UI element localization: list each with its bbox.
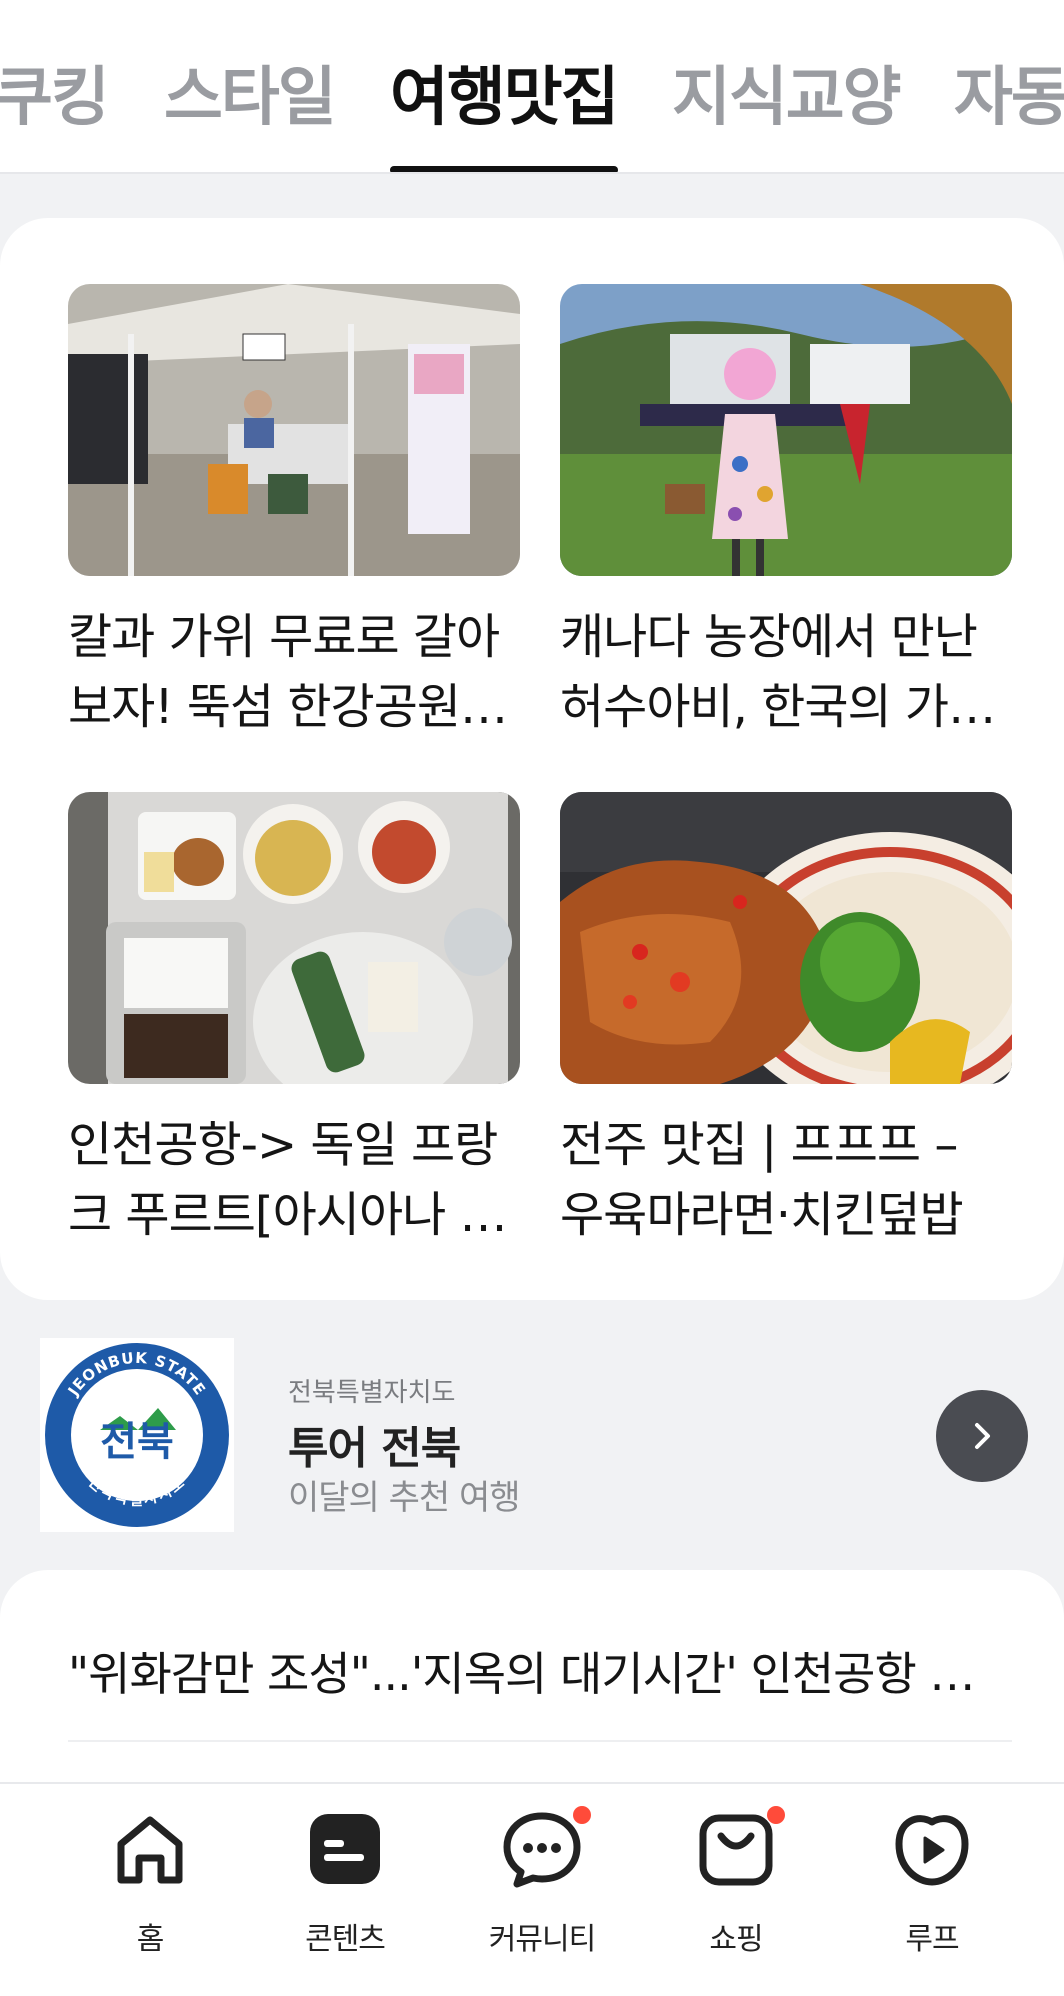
category-tab-bar: 쿠킹 스타일 여행맛집 지식교양 자동 (0, 0, 1064, 174)
banner-title: 투어 전북 (288, 1423, 461, 1474)
nav-home-label: 홈 (136, 1922, 165, 1957)
home-icon (107, 1806, 193, 1892)
content-icon (302, 1806, 388, 1892)
banner-next-button[interactable] (936, 1390, 1028, 1482)
banner-organization: 전북특별자치도 (288, 1378, 456, 1408)
promo-banner[interactable]: JEONBUK STATE 전북특별자치도 전북 전북특별자치도 투어 전북 이… (0, 1320, 1064, 1550)
nav-shopping-label: 쇼핑 (709, 1922, 763, 1957)
article-thumbnail (68, 284, 520, 576)
chat-bubble-icon (499, 1806, 591, 1892)
article-card[interactable]: 인천공항-> 독일 프랑크 푸르트[아시아나 기내식] (68, 792, 520, 1250)
nav-content[interactable]: 콘텐츠 (265, 1806, 425, 1986)
article-thumbnail (560, 792, 1012, 1084)
tab-auto[interactable]: 자동 (954, 58, 1064, 138)
article-card[interactable]: 캐나다 농장에서 만난 허수아비, 한국의 가을 풍경 (560, 284, 1012, 742)
news-headline-link[interactable]: "위화감만 조성"...'지옥의 대기시간' 인천공항 논란 (68, 1638, 998, 1704)
nav-content-label: 콘텐츠 (305, 1922, 386, 1957)
nav-community[interactable]: 커뮤니티 (462, 1806, 622, 1986)
divider (68, 1740, 1012, 1742)
article-card[interactable]: 칼과 가위 무료로 갈아보자! 뚝섬 한강공원에서 열린 행사 (68, 284, 520, 742)
nav-loop[interactable]: 루프 (852, 1806, 1012, 1986)
tab-cooking[interactable]: 쿠킹 (0, 58, 110, 138)
active-tab-indicator (390, 166, 618, 172)
chevron-right-icon (975, 1423, 990, 1449)
play-loop-icon (889, 1806, 975, 1892)
nav-home[interactable]: 홈 (70, 1806, 230, 1986)
jeonbuk-logo: JEONBUK STATE 전북특별자치도 전북 (40, 1338, 234, 1532)
article-card[interactable]: 전주 맛집 | 프프프 – 우육마라면·치킨덮밥 (560, 792, 1012, 1250)
article-title: 캐나다 농장에서 만난 허수아비, 한국의 가을 풍경 (560, 609, 992, 735)
article-title: 칼과 가위 무료로 갈아보자! 뚝섬 한강공원에서 열린 행사 (68, 609, 504, 735)
tab-travel-food[interactable]: 여행맛집 (390, 58, 620, 138)
nav-community-label: 커뮤니티 (488, 1922, 596, 1957)
article-title: 인천공항-> 독일 프랑크 푸르트[아시아나 기내식] (68, 1117, 504, 1243)
nav-shopping[interactable]: 쇼핑 (656, 1806, 816, 1986)
article-thumbnail (560, 284, 1012, 576)
logo-text: 전북 (100, 1419, 174, 1465)
banner-subtitle: 이달의 추천 여행 (288, 1478, 521, 1518)
notification-badge (767, 1806, 785, 1824)
article-thumbnail (68, 792, 520, 1084)
notification-badge (573, 1806, 591, 1824)
shopping-bag-icon (693, 1806, 785, 1892)
tab-knowledge[interactable]: 지식교양 (672, 58, 902, 138)
nav-loop-label: 루프 (905, 1922, 959, 1957)
bottom-navigation: 홈 콘텐츠 커뮤니티 쇼핑 루프 (0, 1782, 1064, 1996)
article-title: 전주 맛집 | 프프프 – 우육마라면·치킨덮밥 (560, 1117, 964, 1243)
news-card: "위화감만 조성"...'지옥의 대기시간' 인천공항 논란 (0, 1570, 1064, 1810)
tab-style[interactable]: 스타일 (164, 58, 337, 138)
article-grid-card: 칼과 가위 무료로 갈아보자! 뚝섬 한강공원에서 열린 행사 (0, 218, 1064, 1300)
